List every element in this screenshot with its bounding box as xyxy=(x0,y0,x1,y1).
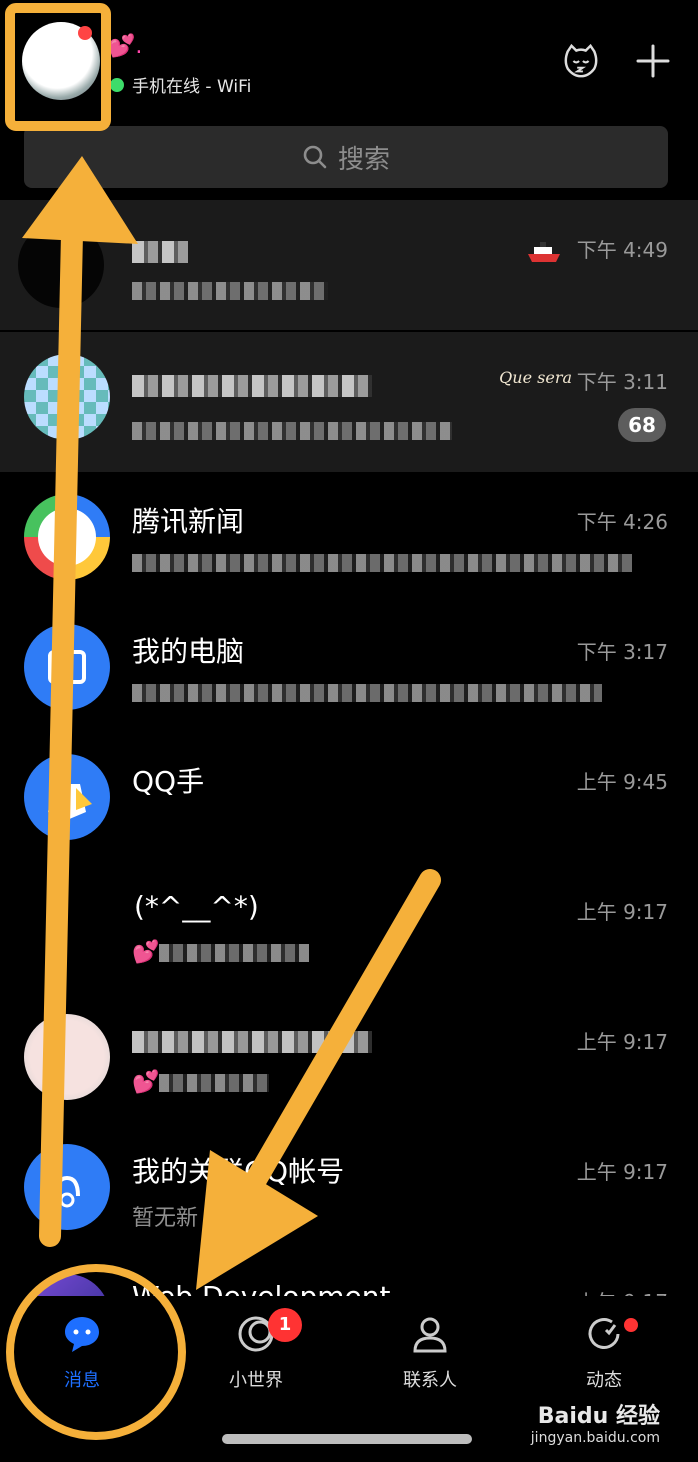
conversation-name: 我的电脑 xyxy=(132,635,245,668)
conversation-name-hidden xyxy=(132,1024,372,1057)
avatar xyxy=(24,884,110,970)
online-dot-icon xyxy=(110,77,124,92)
unread-badge: 68 xyxy=(618,408,666,442)
conversation-row[interactable]: (*^__^*) 💕 上午 9:17 xyxy=(0,862,698,992)
conversation-row[interactable]: 我的关联QQ帐号 暂无新 上午 9:17 xyxy=(0,1122,698,1252)
tab-badge: 1 xyxy=(268,1308,302,1342)
timestamp: 上午 9:17 xyxy=(576,1160,668,1184)
conversation-name: 腾讯新闻 xyxy=(132,505,245,538)
watermark: Baidu 经验 jingyan.baidu.com xyxy=(531,1398,660,1446)
watermark-url: jingyan.baidu.com xyxy=(530,1430,660,1446)
search-icon xyxy=(303,145,327,169)
timestamp: 下午 4:49 xyxy=(576,238,668,262)
sticker-label: Que sera xyxy=(499,368,572,387)
timestamp: 下午 3:17 xyxy=(576,640,668,664)
linked-account-avatar xyxy=(24,1144,110,1230)
timestamp: 下午 4:26 xyxy=(576,510,668,534)
online-status[interactable]: 手机在线 - WiFi xyxy=(110,72,251,97)
notification-dot xyxy=(624,1318,638,1332)
notification-dot xyxy=(78,26,92,40)
sleep-face-icon[interactable] xyxy=(562,42,600,80)
conversation-name: QQ手 xyxy=(132,765,205,798)
header: 💕. 手机在线 - WiFi xyxy=(0,0,698,120)
tab-moments[interactable]: 动态 xyxy=(544,1314,664,1392)
watermark-brand: Baidu 经验 xyxy=(537,1404,660,1429)
timestamp: 上午 9:45 xyxy=(576,770,668,794)
person-icon xyxy=(413,1317,447,1353)
tab-small-world[interactable]: 1 小世界 xyxy=(196,1308,316,1392)
conversation-name: 我的关联QQ帐号 xyxy=(132,1155,345,1188)
my-computer-avatar xyxy=(24,624,110,710)
tab-messages[interactable]: 消息 xyxy=(22,1314,142,1392)
timestamp: 上午 9:17 xyxy=(576,1030,668,1054)
message-preview-hidden xyxy=(132,278,328,303)
nickname: 💕. xyxy=(108,34,143,59)
conversation-row[interactable]: QQ手 上午 9:45 xyxy=(0,732,698,862)
avatar xyxy=(24,1014,110,1100)
chat-bubble-icon xyxy=(65,1317,99,1352)
message-preview-hidden xyxy=(132,680,602,705)
avatar xyxy=(18,222,104,308)
computer-icon xyxy=(48,650,86,684)
timestamp: 上午 9:17 xyxy=(576,900,668,924)
conversation-row[interactable]: 💕 上午 9:17 xyxy=(0,992,698,1122)
avatar xyxy=(24,354,110,440)
search-placeholder: 搜索 xyxy=(337,144,390,175)
conversation-row[interactable]: Que sera 下午 3:11 68 xyxy=(0,332,698,472)
qq-assistant-avatar xyxy=(24,754,110,840)
search-bar[interactable]: 搜索 xyxy=(24,126,668,188)
timestamp: 下午 3:11 xyxy=(576,370,668,394)
conversation-row[interactable]: 我的电脑 下午 3:17 xyxy=(0,602,698,732)
status-text: 手机在线 - WiFi xyxy=(132,77,252,97)
conversation-row[interactable]: 腾讯新闻 下午 4:26 xyxy=(0,472,698,602)
message-preview: 暂无新 xyxy=(132,1206,199,1231)
tab-label: 小世界 xyxy=(229,1370,283,1391)
conversation-name-hidden xyxy=(132,368,372,401)
message-preview-hidden: 💕 xyxy=(132,940,310,965)
link-icon xyxy=(54,1175,80,1208)
tencent-news-avatar xyxy=(24,494,110,580)
penguin-icon xyxy=(48,784,92,820)
message-preview-hidden xyxy=(132,550,632,575)
home-indicator xyxy=(222,1434,472,1444)
tab-contacts[interactable]: 联系人 xyxy=(370,1314,490,1392)
message-preview-hidden xyxy=(132,418,452,443)
moments-icon xyxy=(588,1318,620,1349)
plus-icon[interactable] xyxy=(636,44,670,78)
tab-label: 动态 xyxy=(586,1370,622,1391)
conversation-name: (*^__^*) xyxy=(134,890,259,923)
tab-label: 联系人 xyxy=(403,1370,457,1391)
ship-icon xyxy=(528,242,560,262)
tab-label: 消息 xyxy=(64,1370,100,1391)
conversation-row[interactable]: 下午 4:49 xyxy=(0,200,698,330)
message-preview-hidden: 💕 xyxy=(132,1070,270,1095)
conversation-name-hidden xyxy=(132,234,188,267)
